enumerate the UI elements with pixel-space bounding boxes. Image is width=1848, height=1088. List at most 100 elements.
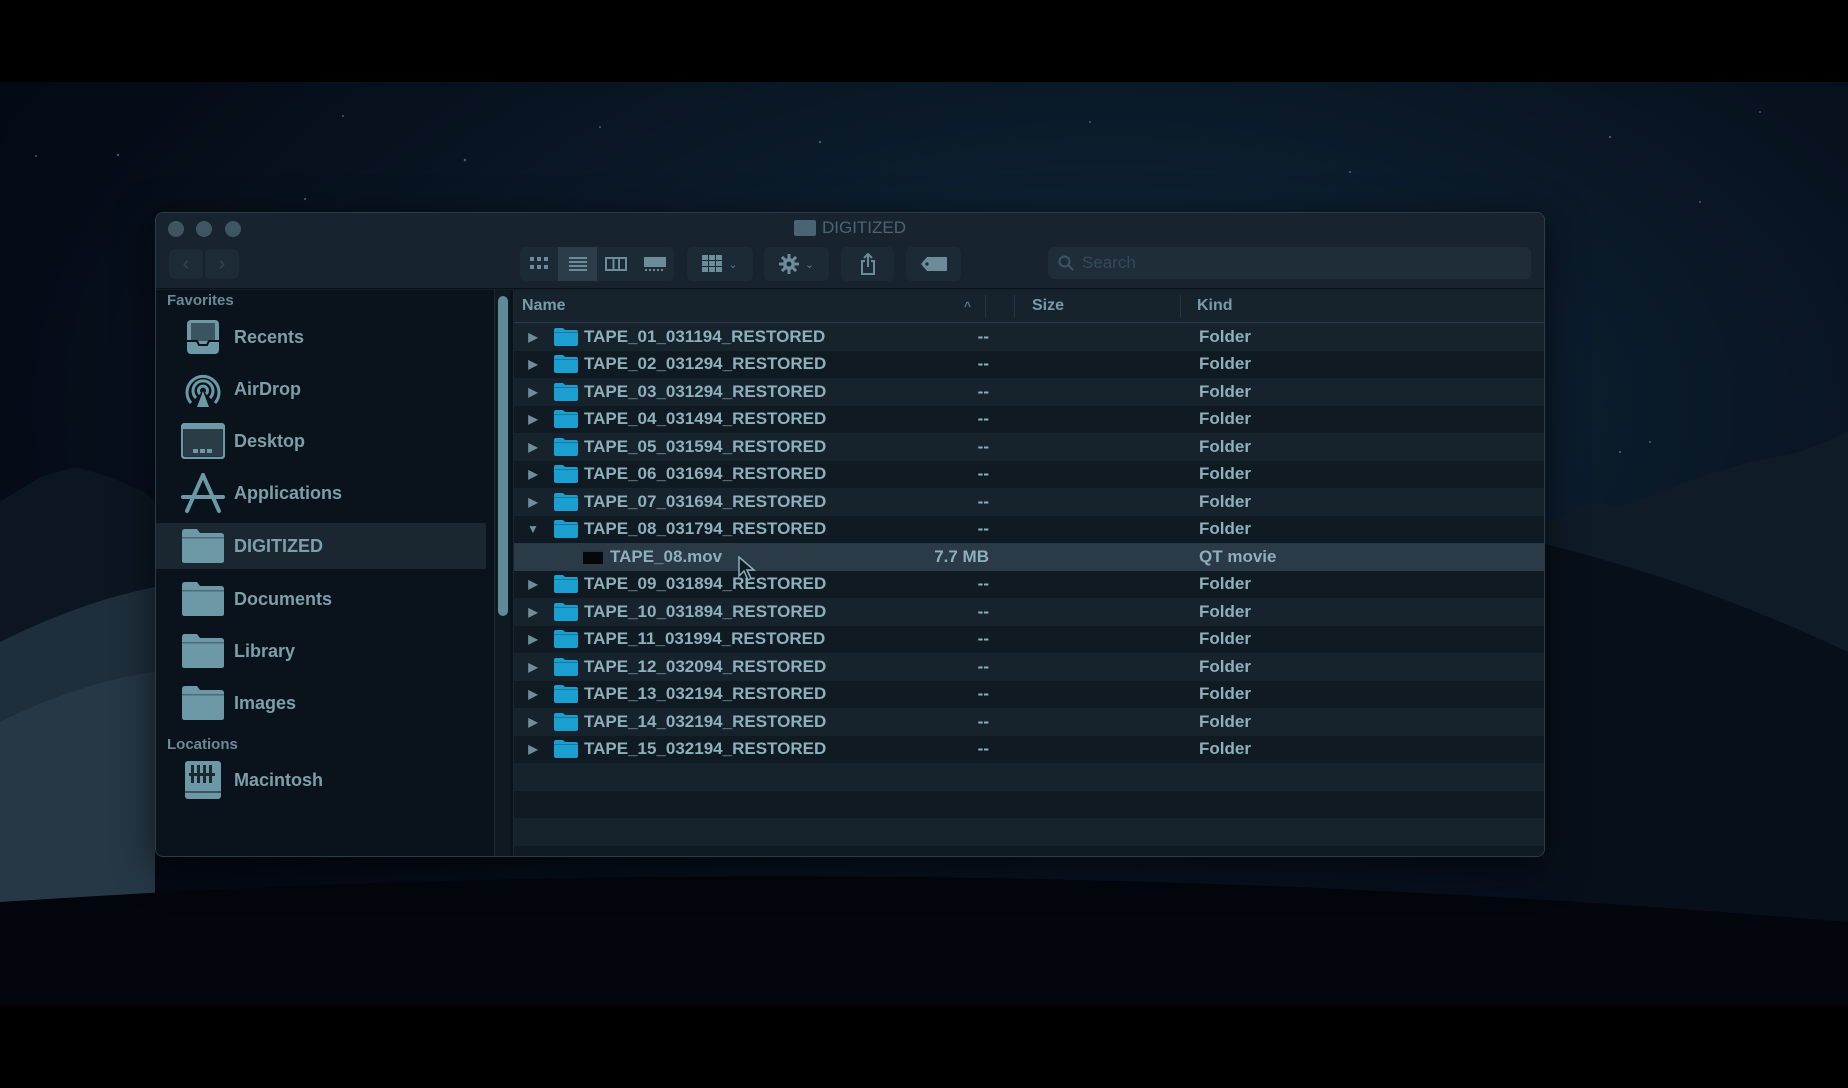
sidebar-heading-locations: Locations [167, 736, 238, 753]
file-kind: Folder [1199, 574, 1251, 594]
column-divider[interactable] [1180, 295, 1181, 317]
folder-icon [554, 602, 578, 621]
disclosure-expanded-icon[interactable]: ▼ [526, 522, 540, 536]
folder-row[interactable]: ▶ TAPE_15_032194_RESTORED -- Folder [514, 735, 1544, 763]
sidebar-item-macintosh[interactable]: Macintosh [156, 757, 486, 803]
file-size: -- [977, 436, 989, 456]
folder-row[interactable]: ▶ TAPE_05_031594_RESTORED -- Folder [514, 433, 1544, 461]
file-name: TAPE_10_031894_RESTORED [584, 601, 827, 621]
disclosure-collapsed-icon[interactable]: ▶ [526, 330, 540, 344]
folder-row[interactable]: ▶ TAPE_04_031494_RESTORED -- Folder [514, 405, 1544, 433]
column-header-name[interactable]: Name [522, 297, 566, 315]
search-field[interactable] [1048, 247, 1531, 279]
sidebar-item-airdrop[interactable]: AirDrop [156, 366, 486, 412]
list-view-button[interactable] [558, 247, 597, 281]
disclosure-collapsed-icon[interactable]: ▶ [526, 412, 540, 426]
sidebar-item-library[interactable]: Library [156, 628, 486, 674]
file-name: TAPE_13_032194_RESTORED [584, 684, 827, 704]
file-name: TAPE_01_031194_RESTORED [584, 326, 826, 346]
file-kind: QT movie [1199, 546, 1277, 566]
file-kind: Folder [1199, 464, 1251, 484]
sidebar-item-label: AirDrop [234, 378, 301, 399]
column-divider[interactable] [1014, 295, 1015, 317]
search-icon [1058, 255, 1074, 271]
action-button[interactable]: ⌄ [764, 247, 829, 281]
file-name: TAPE_14_032194_RESTORED [584, 711, 827, 731]
file-name: TAPE_02_031294_RESTORED [584, 354, 827, 374]
file-size: -- [977, 464, 989, 484]
share-button[interactable] [841, 247, 894, 281]
folder-icon [554, 492, 578, 511]
file-kind: Folder [1199, 381, 1251, 401]
search-input[interactable] [1082, 253, 1502, 273]
file-name: TAPE_12_032094_RESTORED [584, 656, 827, 676]
letterbox-bottom [0, 1006, 1848, 1088]
file-name: TAPE_04_031494_RESTORED [584, 409, 827, 429]
sidebar-scrollbar[interactable] [494, 290, 510, 856]
empty-row [514, 845, 1544, 856]
gear-icon [778, 254, 799, 274]
folder-icon [793, 220, 816, 236]
recents-icon [180, 315, 226, 359]
folder-row[interactable]: ▼ TAPE_08_031794_RESTORED -- Folder [514, 515, 1544, 543]
sidebar-item-documents[interactable]: Documents [156, 576, 486, 622]
disclosure-collapsed-icon[interactable]: ▶ [526, 357, 540, 371]
empty-row [514, 763, 1544, 791]
file-size: -- [977, 381, 989, 401]
tags-button[interactable] [906, 247, 961, 281]
file-name: TAPE_03_031294_RESTORED [584, 381, 827, 401]
folder-row[interactable]: ▶ TAPE_14_032194_RESTORED -- Folder [514, 708, 1544, 736]
folder-row[interactable]: ▶ TAPE_12_032094_RESTORED -- Folder [514, 653, 1544, 681]
columns-icon [605, 257, 627, 271]
folder-row[interactable]: ▶ TAPE_01_031194_RESTORED -- Folder [514, 323, 1544, 351]
disclosure-collapsed-icon[interactable]: ▶ [526, 385, 540, 399]
folder-row[interactable]: ▶ TAPE_03_031294_RESTORED -- Folder [514, 378, 1544, 406]
column-header-kind[interactable]: Kind [1197, 297, 1233, 315]
sidebar-item-digitized[interactable]: DIGITIZED [156, 523, 486, 569]
disclosure-collapsed-icon[interactable]: ▶ [526, 687, 540, 701]
folder-row[interactable]: ▶ TAPE_06_031694_RESTORED -- Folder [514, 460, 1544, 488]
column-view-button[interactable] [597, 247, 635, 281]
airdrop-icon [180, 367, 226, 411]
sidebar-item-applications[interactable]: Applications [156, 470, 486, 516]
empty-row [514, 790, 1544, 818]
disclosure-collapsed-icon[interactable]: ▶ [526, 742, 540, 756]
folder-row[interactable]: ▶ TAPE_10_031894_RESTORED -- Folder [514, 598, 1544, 626]
disclosure-collapsed-icon[interactable]: ▶ [526, 440, 540, 454]
folder-row[interactable]: ▶ TAPE_09_031894_RESTORED -- Folder [514, 570, 1544, 598]
folder-row[interactable]: ▶ TAPE_07_031694_RESTORED -- Folder [514, 488, 1544, 516]
sidebar-scrollbar-thumb[interactable] [498, 296, 508, 616]
sidebar-item-desktop[interactable]: Desktop [156, 418, 486, 464]
disclosure-collapsed-icon[interactable]: ▶ [526, 467, 540, 481]
icon-view-button[interactable] [520, 247, 558, 281]
column-divider[interactable] [985, 295, 986, 317]
sidebar-item-images[interactable]: Images [156, 680, 486, 726]
disclosure-collapsed-icon[interactable]: ▶ [526, 660, 540, 674]
column-header-size[interactable]: Size [1032, 297, 1064, 315]
file-row[interactable]: TAPE_08.mov 7.7 MB QT movie [514, 543, 1544, 571]
disclosure-collapsed-icon[interactable]: ▶ [526, 632, 540, 646]
sidebar: Favorites Recents AirDrop Desktop Applic… [156, 290, 513, 856]
disclosure-collapsed-icon[interactable]: ▶ [526, 605, 540, 619]
disclosure-collapsed-icon[interactable]: ▶ [526, 495, 540, 509]
folder-row[interactable]: ▶ TAPE_02_031294_RESTORED -- Folder [514, 350, 1544, 378]
sidebar-item-label: Library [234, 640, 296, 661]
back-button[interactable]: ‹ [169, 249, 203, 279]
folder-icon [554, 355, 578, 374]
folder-row[interactable]: ▶ TAPE_11_031994_RESTORED -- Folder [514, 625, 1544, 653]
folder-icon [554, 657, 578, 676]
movie-file-icon [583, 549, 603, 564]
disclosure-collapsed-icon[interactable]: ▶ [526, 577, 540, 591]
applications-icon [180, 471, 226, 515]
file-kind: Folder [1199, 326, 1251, 346]
group-by-button[interactable]: ⌄ [687, 247, 753, 281]
folder-row[interactable]: ▶ TAPE_13_032194_RESTORED -- Folder [514, 680, 1544, 708]
chevron-right-icon: › [218, 252, 226, 275]
forward-button[interactable]: › [205, 249, 239, 279]
disclosure-collapsed-icon[interactable]: ▶ [526, 715, 540, 729]
file-size: -- [977, 601, 989, 621]
gallery-view-button[interactable] [635, 247, 674, 281]
sidebar-item-recents[interactable]: Recents [156, 314, 486, 360]
sidebar-item-label: Macintosh [234, 769, 324, 790]
file-kind: Folder [1199, 711, 1251, 731]
